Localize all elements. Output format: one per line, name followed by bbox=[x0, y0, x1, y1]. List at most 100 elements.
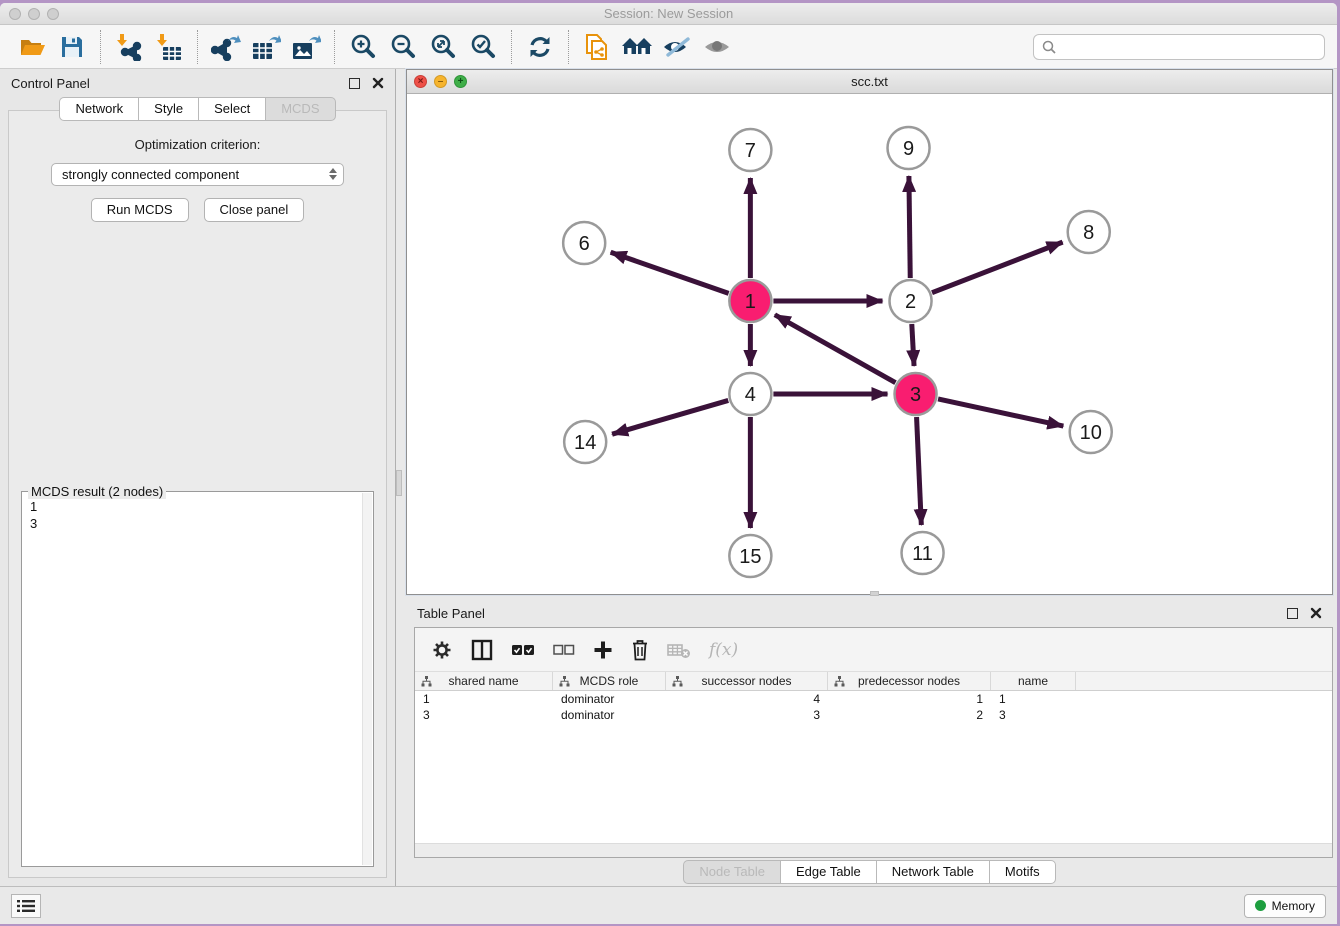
graph-node-1[interactable]: 1 bbox=[729, 280, 771, 322]
tab-style[interactable]: Style bbox=[138, 97, 198, 121]
column-header-shared-name[interactable]: shared name bbox=[415, 672, 553, 690]
refresh-icon[interactable] bbox=[520, 29, 560, 65]
graph-node-4[interactable]: 4 bbox=[729, 373, 771, 415]
save-session-icon[interactable] bbox=[52, 29, 92, 65]
graph-node-10[interactable]: 10 bbox=[1070, 411, 1112, 453]
criterion-value: strongly connected component bbox=[62, 167, 239, 182]
graph-node-6[interactable]: 6 bbox=[563, 222, 605, 264]
table-cell[interactable]: 3 bbox=[666, 707, 828, 723]
float-panel-icon[interactable] bbox=[349, 78, 360, 89]
toolbar-separator bbox=[100, 30, 101, 64]
mcds-result-text[interactable]: 1 3 bbox=[30, 498, 361, 864]
column-header-MCDS-role[interactable]: MCDS role bbox=[553, 672, 666, 690]
table-container: f(x) shared nameMCDS rolesuccessor nodes… bbox=[414, 627, 1333, 858]
result-scrollbar[interactable] bbox=[362, 493, 372, 865]
show-columns-icon[interactable] bbox=[471, 637, 493, 663]
tab-select[interactable]: Select bbox=[198, 97, 265, 121]
toolbar-separator bbox=[511, 30, 512, 64]
tab-motifs[interactable]: Motifs bbox=[989, 860, 1056, 884]
table-settings-gear-icon[interactable] bbox=[431, 637, 453, 663]
export-network-icon[interactable] bbox=[206, 29, 246, 65]
network-window-titlebar: × – + scc.txt bbox=[407, 70, 1332, 94]
table-cell[interactable]: 1 bbox=[828, 691, 991, 707]
clone-network-icon[interactable] bbox=[577, 29, 617, 65]
window-title: Session: New Session bbox=[0, 3, 1337, 24]
graph-edge-3-10[interactable] bbox=[938, 399, 1063, 426]
graph-edge-1-6[interactable] bbox=[611, 252, 729, 293]
zoom-window-button[interactable] bbox=[47, 8, 59, 20]
table-cell[interactable]: dominator bbox=[553, 691, 666, 707]
column-header-name[interactable]: name bbox=[991, 672, 1076, 690]
graph-node-3[interactable]: 3 bbox=[895, 373, 937, 415]
graph-node-2[interactable]: 2 bbox=[890, 280, 932, 322]
control-panel: Control Panel NetworkStyleSelectMCDS Opt… bbox=[0, 69, 396, 886]
hide-selected-icon[interactable] bbox=[657, 29, 697, 65]
tab-network[interactable]: Network bbox=[59, 97, 138, 121]
network-minimize-button[interactable]: – bbox=[434, 75, 447, 88]
graph-node-8[interactable]: 8 bbox=[1068, 211, 1110, 253]
graph-node-9[interactable]: 9 bbox=[888, 127, 930, 169]
zoom-out-icon[interactable] bbox=[383, 29, 423, 65]
table-cell[interactable]: 1 bbox=[415, 691, 553, 707]
table-row[interactable]: 3dominator323 bbox=[415, 707, 1332, 723]
graph-node-14[interactable]: 14 bbox=[564, 421, 606, 463]
delete-column-icon[interactable] bbox=[631, 637, 649, 663]
tab-node-table[interactable]: Node Table bbox=[683, 860, 780, 884]
close-window-button[interactable] bbox=[9, 8, 21, 20]
network-close-button[interactable]: × bbox=[414, 75, 427, 88]
network-maximize-button[interactable]: + bbox=[454, 75, 467, 88]
graph-edge-2-9[interactable] bbox=[909, 176, 910, 278]
export-table-icon[interactable] bbox=[246, 29, 286, 65]
task-history-button[interactable] bbox=[11, 894, 41, 918]
table-row[interactable]: 1dominator411 bbox=[415, 691, 1332, 707]
deselect-all-icon[interactable] bbox=[553, 637, 575, 663]
svg-text:3: 3 bbox=[910, 384, 921, 406]
graph-edge-3-11[interactable] bbox=[917, 417, 922, 525]
tab-edge-table[interactable]: Edge Table bbox=[780, 860, 876, 884]
column-header-predecessor-nodes[interactable]: predecessor nodes bbox=[828, 672, 991, 690]
search-input[interactable] bbox=[1061, 39, 1316, 54]
table-cell[interactable]: 1 bbox=[991, 691, 1076, 707]
window-controls bbox=[9, 8, 59, 20]
network-canvas-area[interactable]: 1 2 3 4 6 7 8 9 10 11 14 15 bbox=[407, 94, 1332, 594]
criterion-select[interactable]: strongly connected component bbox=[51, 163, 344, 186]
open-file-icon[interactable] bbox=[12, 29, 52, 65]
vertical-splitter-handle[interactable] bbox=[396, 470, 402, 496]
graph-edge-4-14[interactable] bbox=[612, 400, 728, 434]
minimize-window-button[interactable] bbox=[28, 8, 40, 20]
function-builder-icon: f(x) bbox=[709, 637, 738, 663]
export-image-icon[interactable] bbox=[286, 29, 326, 65]
toolbar-separator bbox=[334, 30, 335, 64]
network-resize-handle[interactable] bbox=[870, 591, 879, 596]
zoom-in-icon[interactable] bbox=[343, 29, 383, 65]
tab-network-table[interactable]: Network Table bbox=[876, 860, 989, 884]
graph-edge-3-1[interactable] bbox=[775, 315, 896, 383]
show-all-icon[interactable] bbox=[697, 29, 737, 65]
close-panel-icon[interactable] bbox=[372, 77, 384, 89]
float-table-panel-icon[interactable] bbox=[1287, 608, 1298, 619]
search-box bbox=[1033, 34, 1325, 60]
run-mcds-button[interactable]: Run MCDS bbox=[91, 198, 189, 222]
table-cell[interactable]: 4 bbox=[666, 691, 828, 707]
table-cell[interactable]: 3 bbox=[415, 707, 553, 723]
memory-button[interactable]: Memory bbox=[1244, 894, 1326, 918]
table-cell[interactable]: 2 bbox=[828, 707, 991, 723]
table-cell[interactable]: dominator bbox=[553, 707, 666, 723]
add-column-icon[interactable] bbox=[593, 637, 613, 663]
graph-edge-2-3[interactable] bbox=[912, 324, 914, 366]
graph-node-11[interactable]: 11 bbox=[902, 532, 944, 574]
import-network-icon[interactable] bbox=[109, 29, 149, 65]
close-panel-button[interactable]: Close panel bbox=[204, 198, 305, 222]
close-table-panel-icon[interactable] bbox=[1310, 607, 1322, 619]
select-all-icon[interactable] bbox=[511, 637, 535, 663]
import-table-icon[interactable] bbox=[149, 29, 189, 65]
tab-mcds[interactable]: MCDS bbox=[265, 97, 335, 121]
home-views-icon[interactable] bbox=[617, 29, 657, 65]
table-cell[interactable]: 3 bbox=[991, 707, 1076, 723]
zoom-selected-icon[interactable] bbox=[463, 29, 503, 65]
graph-node-7[interactable]: 7 bbox=[729, 129, 771, 171]
graph-edge-2-8[interactable] bbox=[932, 242, 1063, 293]
zoom-fit-icon[interactable] bbox=[423, 29, 463, 65]
column-header-successor-nodes[interactable]: successor nodes bbox=[666, 672, 828, 690]
graph-node-15[interactable]: 15 bbox=[729, 535, 771, 577]
